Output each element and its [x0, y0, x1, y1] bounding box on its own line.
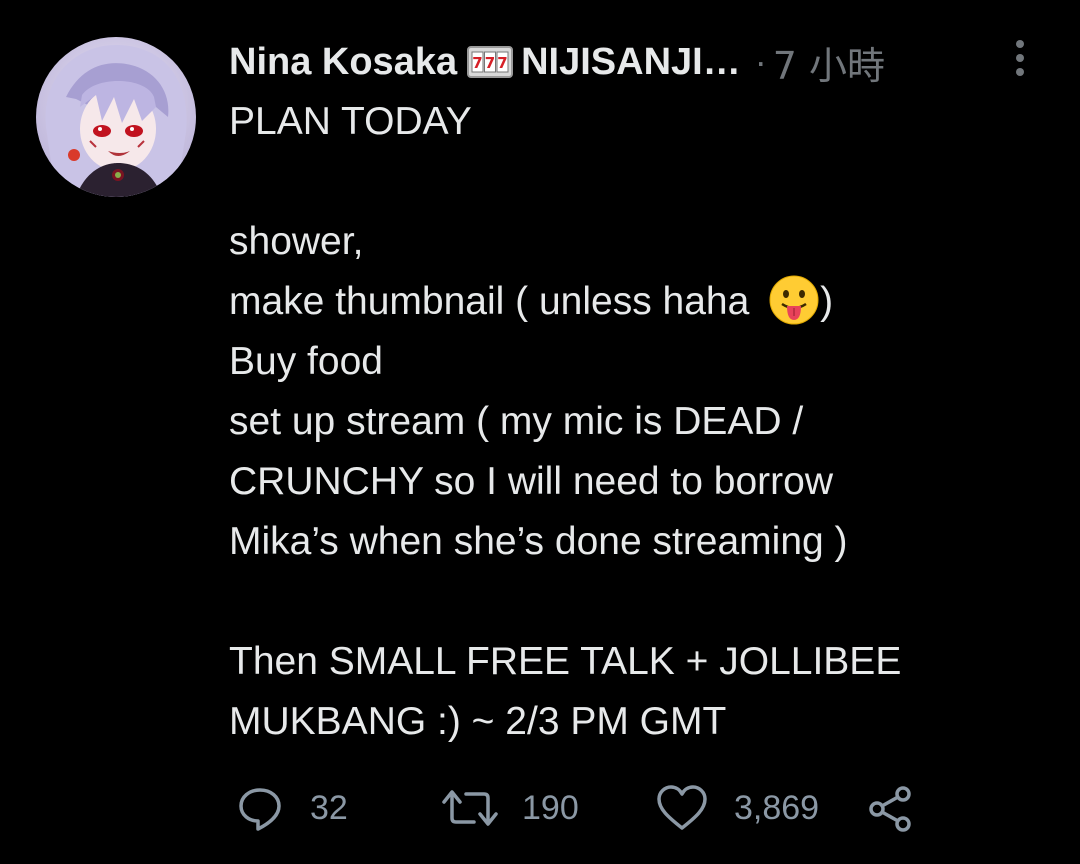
tweet-line: shower, [229, 220, 364, 263]
more-options-icon[interactable] [1008, 38, 1032, 78]
tweet-line: CRUNCHY so I will need to borrow [229, 460, 833, 503]
tweet-line: Then SMALL FREE TALK + JOLLIBEE [229, 640, 902, 683]
tweet-line: MUKBANG :) ~ 2/3 PM GMT [229, 700, 727, 743]
share-icon [869, 786, 911, 832]
avatar[interactable] [36, 37, 196, 197]
avatar-image [36, 37, 196, 197]
heart-icon [657, 785, 707, 830]
tweet-header: Nina Kosaka 7 7 7 NIJISANJI… · 7 小時 [229, 38, 885, 88]
author-name[interactable]: Nina Kosaka [229, 41, 457, 84]
tweet-line [229, 572, 1049, 632]
like-count: 3,869 [734, 788, 820, 827]
reply-button[interactable]: 32 [236, 780, 348, 836]
reply-icon [239, 788, 281, 831]
tweet-line-suffix: ) [820, 280, 834, 323]
tweet-line: PLAN TODAY [229, 100, 472, 143]
slot-machine-777-icon: 7 7 7 [467, 45, 514, 79]
like-button[interactable]: 3,869 [656, 780, 819, 836]
share-button[interactable] [868, 786, 914, 832]
retweet-button[interactable]: 190 [442, 780, 579, 836]
tweet-line: Mika’s when she’s done streaming ) [229, 520, 848, 563]
svg-text:7: 7 [485, 54, 495, 72]
retweet-icon [442, 790, 498, 826]
tweet-line-text: make thumbnail ( unless haha [229, 280, 761, 323]
tweet-text: PLAN TODAY shower, make thumbnail ( unle… [229, 92, 1049, 752]
tweet-line-with-emoji: make thumbnail ( unless haha ) [229, 272, 1049, 332]
reply-count: 32 [310, 788, 348, 827]
tweet-line: set up stream ( my mic is DEAD / [229, 400, 804, 443]
tweet-line: Buy food [229, 340, 383, 383]
tongue-out-face-icon [768, 274, 820, 326]
tweet-actions: 32 190 3,869 [236, 780, 936, 836]
retweet-count: 190 [522, 788, 579, 827]
svg-text:7: 7 [497, 54, 507, 72]
header-separator: · [754, 41, 767, 82]
author-handle[interactable]: NIJISANJI… [521, 41, 741, 84]
tweet-line [229, 152, 1049, 212]
tweet: Nina Kosaka 7 7 7 NIJISANJI… · 7 小時 PLAN… [0, 0, 1080, 864]
svg-text:7: 7 [472, 54, 482, 72]
tweet-timestamp[interactable]: 7 小時 [773, 35, 885, 90]
